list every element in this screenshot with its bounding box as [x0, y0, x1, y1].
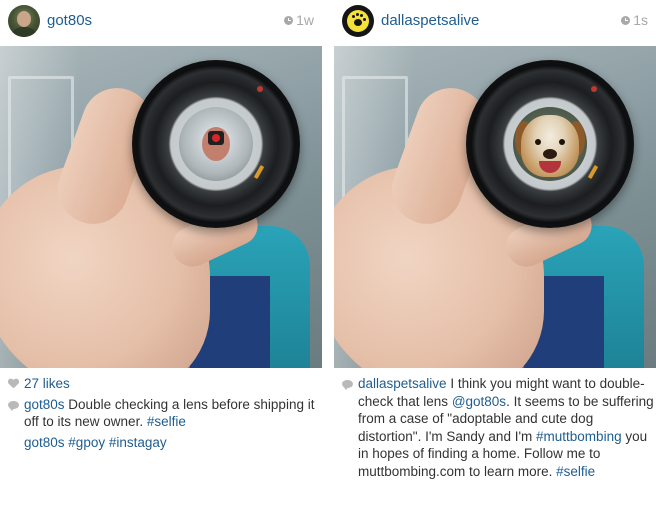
likes-count: 27 likes — [24, 376, 70, 391]
caption-area: dallaspetsalive I think you might want t… — [334, 375, 656, 480]
username-link[interactable]: dallaspetsalive — [381, 12, 479, 29]
lens-contacts — [587, 164, 599, 180]
caption-author[interactable]: got80s — [24, 397, 65, 412]
mention-link[interactable]: @got80s — [452, 394, 506, 409]
caption-row: got80s Double checking a lens before shi… — [0, 396, 322, 431]
dog-mouth — [539, 161, 561, 173]
paw-toe — [352, 15, 355, 18]
camera-lens — [466, 60, 634, 228]
dog-nose — [543, 149, 557, 159]
paw-icon — [347, 10, 369, 32]
caption-author[interactable]: dallaspetsalive — [358, 376, 447, 391]
lens-mark — [257, 86, 263, 92]
paw-pad — [354, 19, 362, 26]
username-link[interactable]: got80s — [47, 12, 92, 29]
reflection-camera — [208, 131, 224, 145]
comment-row: got80s #gpoy #instagay — [0, 434, 322, 452]
time-label: 1w — [296, 12, 314, 28]
caption-area: 27 likes got80s Double checking a lens b… — [0, 375, 322, 451]
dog-eye — [535, 139, 541, 145]
likes-row[interactable]: 27 likes — [0, 375, 322, 393]
post-time: 1s — [621, 12, 648, 28]
hashtag-link[interactable]: #selfie — [147, 414, 186, 429]
post-photo[interactable] — [334, 46, 656, 368]
post-time: 1w — [284, 12, 314, 28]
lens-contacts — [253, 164, 265, 180]
post-got80s: got80s 1w 27 likes got80s Double checkin… — [0, 0, 322, 505]
hashtag-link[interactable]: #muttbombing — [536, 429, 622, 444]
paw-toe — [356, 13, 359, 16]
clock-icon — [621, 15, 631, 25]
lens-reflection — [179, 107, 253, 181]
avatar-face — [17, 11, 31, 27]
post-header: got80s 1w — [0, 0, 322, 46]
caption-row: dallaspetsalive I think you might want t… — [334, 375, 656, 480]
hashtag-link[interactable]: #instagay — [105, 435, 167, 450]
camera-lens — [132, 60, 300, 228]
post-header: dallaspetsalive 1s — [334, 0, 656, 46]
avatar-body — [12, 27, 36, 37]
hashtag-link[interactable]: #gpoy — [65, 435, 105, 450]
paw-toe — [360, 14, 363, 17]
post-photo[interactable] — [0, 46, 322, 368]
lens-mark — [591, 86, 597, 92]
hashtag-link[interactable]: #selfie — [556, 464, 595, 479]
paw-toe — [363, 18, 366, 21]
dog-eye — [559, 139, 565, 145]
heart-icon — [8, 379, 19, 388]
avatar[interactable] — [8, 5, 40, 37]
clock-icon — [284, 15, 294, 25]
comment-bubble-icon — [342, 380, 353, 390]
comment-bubble-icon — [8, 400, 19, 411]
dog-face — [521, 115, 579, 177]
time-label: 1s — [633, 12, 648, 28]
post-dallaspetsalive: dallaspetsalive 1s dallaspetsalive I thi… — [334, 0, 656, 505]
avatar[interactable] — [342, 5, 374, 37]
comment-author[interactable]: got80s — [24, 435, 65, 450]
lens-reflection — [513, 107, 587, 181]
